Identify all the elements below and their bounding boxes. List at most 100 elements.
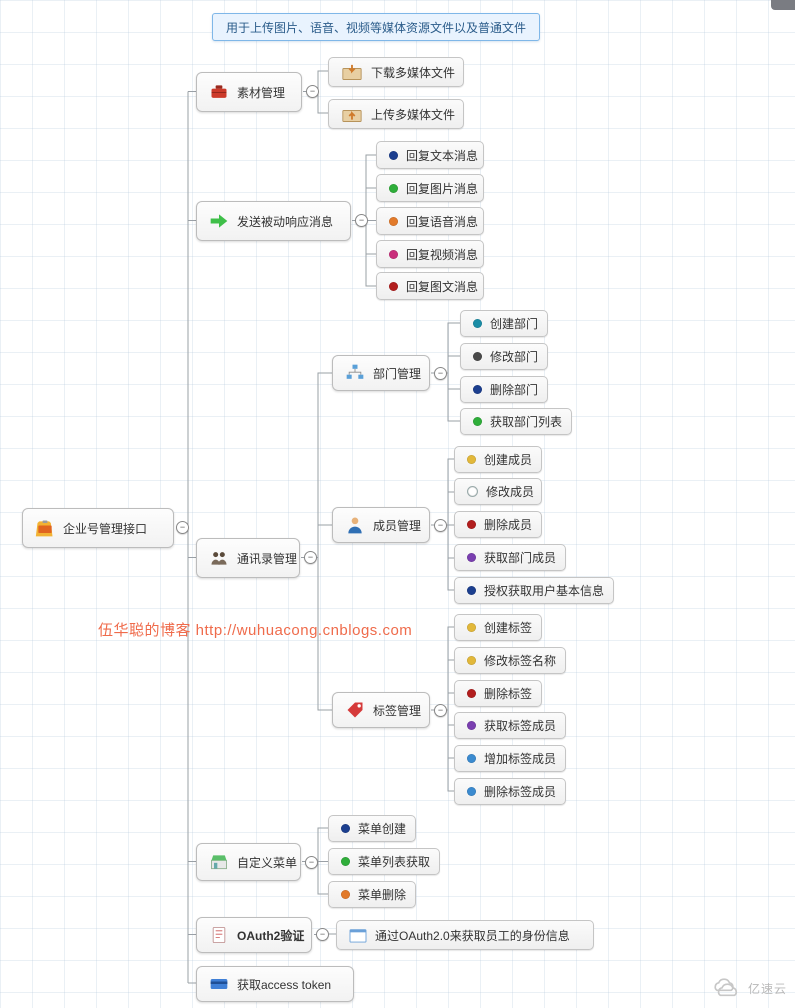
- top-note: 用于上传图片、语音、视频等媒体资源文件以及普通文件: [212, 13, 540, 41]
- toggle-contacts[interactable]: [304, 551, 317, 564]
- leaf-member-delete-label: 删除成员: [484, 516, 532, 533]
- node-passive-label: 发送被动响应消息: [237, 213, 333, 230]
- leaf-member-update[interactable]: 修改成员: [454, 478, 542, 505]
- bullet-icon: [473, 352, 482, 361]
- node-material-label: 素材管理: [237, 84, 285, 101]
- credit-card-icon: [209, 974, 229, 994]
- leaf-tag-create-label: 创建标签: [484, 619, 532, 636]
- bullet-icon: [467, 486, 478, 497]
- leaf-material-download-label: 下载多媒体文件: [371, 64, 455, 81]
- toggle-material[interactable]: [306, 85, 319, 98]
- leaf-passive-news[interactable]: 回复图文消息: [376, 272, 484, 300]
- leaf-member-getdept[interactable]: 获取部门成员: [454, 544, 566, 571]
- toggle-member[interactable]: [434, 519, 447, 532]
- node-accesstoken-label: 获取access token: [237, 976, 331, 993]
- node-material[interactable]: 素材管理: [196, 72, 302, 112]
- leaf-menu-list[interactable]: 菜单列表获取: [328, 848, 440, 875]
- org-chart-icon: [345, 363, 365, 383]
- toggle-root[interactable]: [176, 521, 189, 534]
- leaf-material-upload[interactable]: 上传多媒体文件: [328, 99, 464, 129]
- node-contacts[interactable]: 通讯录管理: [196, 538, 300, 578]
- node-contacts-label: 通讯录管理: [237, 550, 297, 567]
- leaf-passive-text[interactable]: 回复文本消息: [376, 141, 484, 169]
- node-dept[interactable]: 部门管理: [332, 355, 430, 391]
- leaf-dept-create-label: 创建部门: [490, 315, 538, 332]
- node-oauth2[interactable]: OAuth2验证: [196, 917, 312, 953]
- node-passive[interactable]: 发送被动响应消息: [196, 201, 351, 241]
- bullet-icon: [473, 385, 482, 394]
- leaf-tag-getmember[interactable]: 获取标签成员: [454, 712, 566, 739]
- leaf-passive-voice-label: 回复语音消息: [406, 213, 478, 230]
- bullet-icon: [389, 217, 398, 226]
- leaf-passive-news-label: 回复图文消息: [406, 278, 478, 295]
- bullet-icon: [341, 890, 350, 899]
- leaf-tag-delmember-label: 删除标签成员: [484, 783, 556, 800]
- corner-tab: [771, 0, 795, 10]
- calendar-icon: [349, 927, 367, 943]
- node-custommenu[interactable]: 自定义菜单: [196, 843, 301, 881]
- node-accesstoken[interactable]: 获取access token: [196, 966, 354, 1002]
- leaf-tag-create[interactable]: 创建标签: [454, 614, 542, 641]
- leaf-dept-delete[interactable]: 删除部门: [460, 376, 548, 403]
- node-dept-label: 部门管理: [373, 365, 421, 382]
- bullet-icon: [467, 520, 476, 529]
- toggle-custommenu[interactable]: [305, 856, 318, 869]
- toggle-tag[interactable]: [434, 704, 447, 717]
- leaf-member-update-label: 修改成员: [486, 483, 534, 500]
- node-root-label: 企业号管理接口: [63, 520, 147, 537]
- bullet-icon: [467, 553, 476, 562]
- leaf-tag-rename[interactable]: 修改标签名称: [454, 647, 566, 674]
- leaf-oauth2-identity[interactable]: 通过OAuth2.0来获取员工的身份信息: [336, 920, 594, 950]
- leaf-menu-list-label: 菜单列表获取: [358, 853, 430, 870]
- bullet-icon: [467, 586, 476, 595]
- leaf-member-oauth[interactable]: 授权获取用户基本信息: [454, 577, 614, 604]
- node-member[interactable]: 成员管理: [332, 507, 430, 543]
- leaf-passive-image-label: 回复图片消息: [406, 180, 478, 197]
- bullet-icon: [473, 417, 482, 426]
- toggle-dept[interactable]: [434, 367, 447, 380]
- leaf-member-delete[interactable]: 删除成员: [454, 511, 542, 538]
- leaf-menu-delete[interactable]: 菜单删除: [328, 881, 416, 908]
- leaf-passive-video-label: 回复视频消息: [406, 246, 478, 263]
- node-root[interactable]: 企业号管理接口: [22, 508, 174, 548]
- bullet-icon: [467, 721, 476, 730]
- leaf-member-create[interactable]: 创建成员: [454, 446, 542, 473]
- bullet-icon: [389, 250, 398, 259]
- bullet-icon: [467, 656, 476, 665]
- leaf-tag-addmember[interactable]: 增加标签成员: [454, 745, 566, 772]
- node-tag[interactable]: 标签管理: [332, 692, 430, 728]
- leaf-menu-create[interactable]: 菜单创建: [328, 815, 416, 842]
- node-custommenu-label: 自定义菜单: [237, 854, 297, 871]
- author-watermark: 伍华聪的博客 http://wuhuacong.cnblogs.com: [98, 619, 412, 640]
- bullet-icon: [341, 857, 350, 866]
- leaf-dept-create[interactable]: 创建部门: [460, 310, 548, 337]
- leaf-dept-update-label: 修改部门: [490, 348, 538, 365]
- toggle-oauth2[interactable]: [316, 928, 329, 941]
- leaf-dept-list[interactable]: 获取部门列表: [460, 408, 572, 435]
- leaf-material-download[interactable]: 下载多媒体文件: [328, 57, 464, 87]
- toolbox-icon: [209, 82, 229, 102]
- leaf-dept-update[interactable]: 修改部门: [460, 343, 548, 370]
- arrow-right-icon: [209, 211, 229, 231]
- leaf-member-create-label: 创建成员: [484, 451, 532, 468]
- leaf-dept-delete-label: 删除部门: [490, 381, 538, 398]
- package-down-icon: [341, 63, 363, 81]
- leaf-tag-delete-label: 删除标签: [484, 685, 532, 702]
- leaf-material-upload-label: 上传多媒体文件: [371, 106, 455, 123]
- tools-icon: [35, 518, 55, 538]
- bullet-icon: [389, 151, 398, 160]
- leaf-tag-delmember[interactable]: 删除标签成员: [454, 778, 566, 805]
- document-icon: [209, 925, 229, 945]
- brand-text: 亿速云: [748, 980, 787, 997]
- user-icon: [345, 515, 365, 535]
- leaf-menu-delete-label: 菜单删除: [358, 886, 406, 903]
- bullet-icon: [389, 184, 398, 193]
- leaf-passive-image[interactable]: 回复图片消息: [376, 174, 484, 202]
- leaf-tag-delete[interactable]: 删除标签: [454, 680, 542, 707]
- toggle-passive[interactable]: [355, 214, 368, 227]
- bullet-icon: [467, 787, 476, 796]
- leaf-passive-voice[interactable]: 回复语音消息: [376, 207, 484, 235]
- leaf-passive-video[interactable]: 回复视频消息: [376, 240, 484, 268]
- brand-watermark: 亿速云: [710, 977, 787, 1000]
- leaf-passive-text-label: 回复文本消息: [406, 147, 478, 164]
